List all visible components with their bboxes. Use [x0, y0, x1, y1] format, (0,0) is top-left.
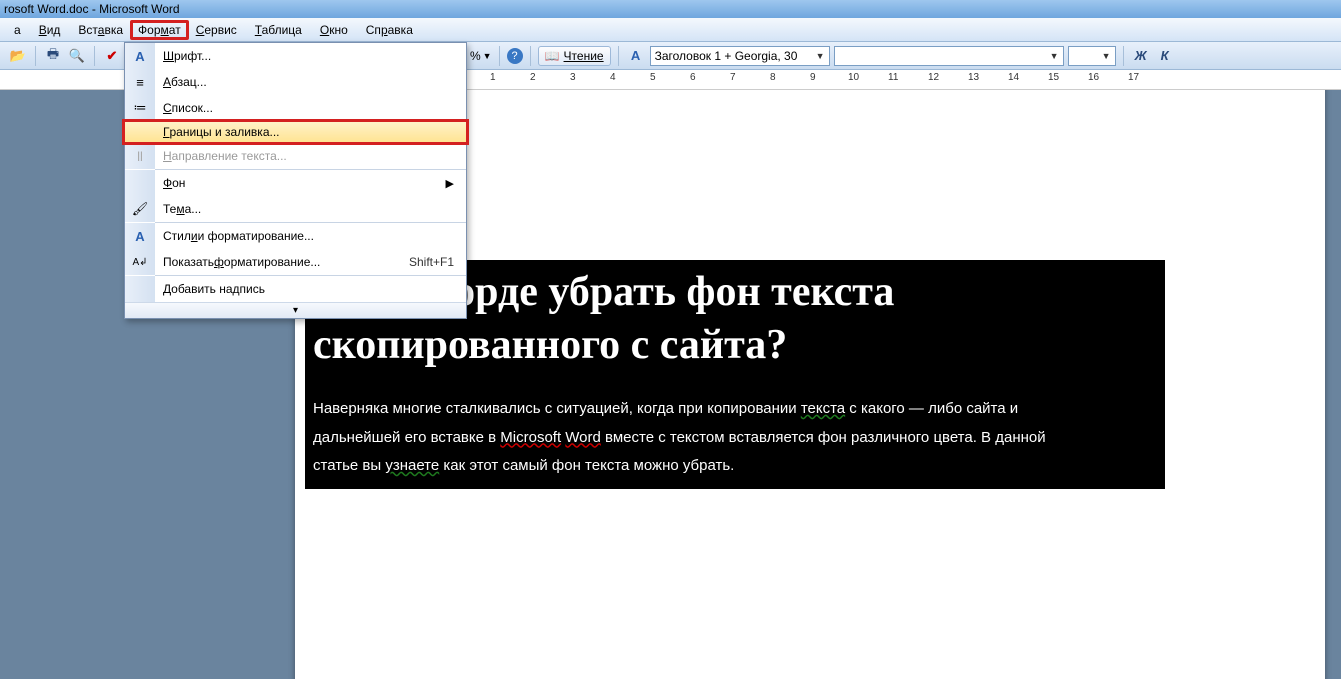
- menu-item-tools[interactable]: Сервис: [188, 20, 245, 40]
- menu-item-insert[interactable]: Вставка: [70, 20, 131, 40]
- book-icon: 📖: [545, 49, 560, 63]
- menu-item-format[interactable]: Формат: [130, 20, 189, 40]
- menu-item-theme[interactable]: 🖌 Тема...: [125, 196, 466, 222]
- toolbar-separator: [35, 46, 36, 66]
- menu-item-table[interactable]: Таблица: [247, 20, 310, 40]
- text-direction-icon: ll: [137, 149, 143, 164]
- font-icon: A: [135, 49, 144, 64]
- menu-item-reveal-formatting[interactable]: A↲ Показать форматирование... Shift+F1: [125, 249, 466, 275]
- chevron-down-icon: ▼: [816, 51, 825, 61]
- paragraph-icon: ≡: [136, 75, 144, 90]
- bold-button[interactable]: Ж: [1131, 46, 1151, 66]
- style-selector[interactable]: Заголовок 1 + Georgia, 30 ▼: [650, 46, 830, 66]
- reveal-formatting-icon: A↲: [132, 257, 147, 268]
- menu-item-file-fragment[interactable]: а: [6, 20, 29, 40]
- print-preview-icon[interactable]: 🔍: [67, 46, 87, 66]
- format-menu-dropdown: A Шрифт... ≡ Абзац... ≔ Список... Границ…: [124, 42, 467, 319]
- font-size-selector[interactable]: ▼: [1068, 46, 1116, 66]
- chevron-down-icon: ▾: [293, 305, 298, 316]
- reading-label: Чтение: [564, 49, 604, 63]
- menu-item-font[interactable]: A Шрифт...: [125, 43, 466, 69]
- menu-item-styles[interactable]: A Стили и форматирование...: [125, 223, 466, 249]
- menu-item-list[interactable]: ≔ Список...: [125, 95, 466, 121]
- chevron-down-icon: ▼: [1050, 51, 1059, 61]
- menu-shortcut: Shift+F1: [409, 249, 466, 275]
- toolbar-separator: [94, 46, 95, 66]
- zoom-value: %: [470, 49, 481, 63]
- menu-item-background[interactable]: Фон ▶: [125, 170, 466, 196]
- toolbar-separator: [499, 46, 500, 66]
- styles-panel-icon[interactable]: A: [626, 46, 646, 66]
- chevron-down-icon: ▼: [1102, 51, 1111, 61]
- title-bar: rosoft Word.doc - Microsoft Word: [0, 0, 1341, 18]
- print-icon[interactable]: 🖶: [43, 46, 63, 66]
- toolbar-separator: [618, 46, 619, 66]
- font-selector[interactable]: ▼: [834, 46, 1064, 66]
- open-icon[interactable]: 📂: [8, 46, 28, 66]
- document-body[interactable]: Наверняка многие сталкивались с ситуацие…: [313, 395, 1157, 481]
- chevron-down-icon: ▼: [483, 51, 492, 61]
- zoom-dropdown[interactable]: % ▼: [470, 49, 492, 63]
- spellcheck-icon[interactable]: ✔: [102, 46, 122, 66]
- toolbar-separator: [1123, 46, 1124, 66]
- styles-icon: A: [135, 229, 144, 244]
- menu-item-add-textbox[interactable]: Добавить надпись: [125, 276, 466, 302]
- menu-item-text-direction[interactable]: ll Направление текста...: [125, 143, 466, 169]
- submenu-arrow-icon: ▶: [446, 170, 466, 196]
- reading-mode-button[interactable]: 📖 Чтение: [538, 46, 611, 66]
- toolbar-separator: [530, 46, 531, 66]
- menu-bar: а Вид Вставка Формат Сервис Таблица Окно…: [0, 18, 1341, 42]
- window-title: rosoft Word.doc - Microsoft Word: [4, 2, 180, 16]
- theme-icon: 🖌: [132, 201, 149, 217]
- menu-item-paragraph[interactable]: ≡ Абзац...: [125, 69, 466, 95]
- help-icon[interactable]: ?: [507, 48, 523, 64]
- menu-item-help[interactable]: Справка: [358, 20, 421, 40]
- style-value: Заголовок 1 + Georgia, 30: [655, 49, 798, 63]
- menu-item-view[interactable]: Вид: [31, 20, 69, 40]
- menu-expand-button[interactable]: ▾: [125, 302, 466, 318]
- italic-button[interactable]: К: [1155, 46, 1175, 66]
- menu-item-window[interactable]: Окно: [312, 20, 356, 40]
- menu-item-borders-shading[interactable]: Границы и заливка...: [122, 119, 469, 145]
- list-icon: ≔: [134, 100, 147, 116]
